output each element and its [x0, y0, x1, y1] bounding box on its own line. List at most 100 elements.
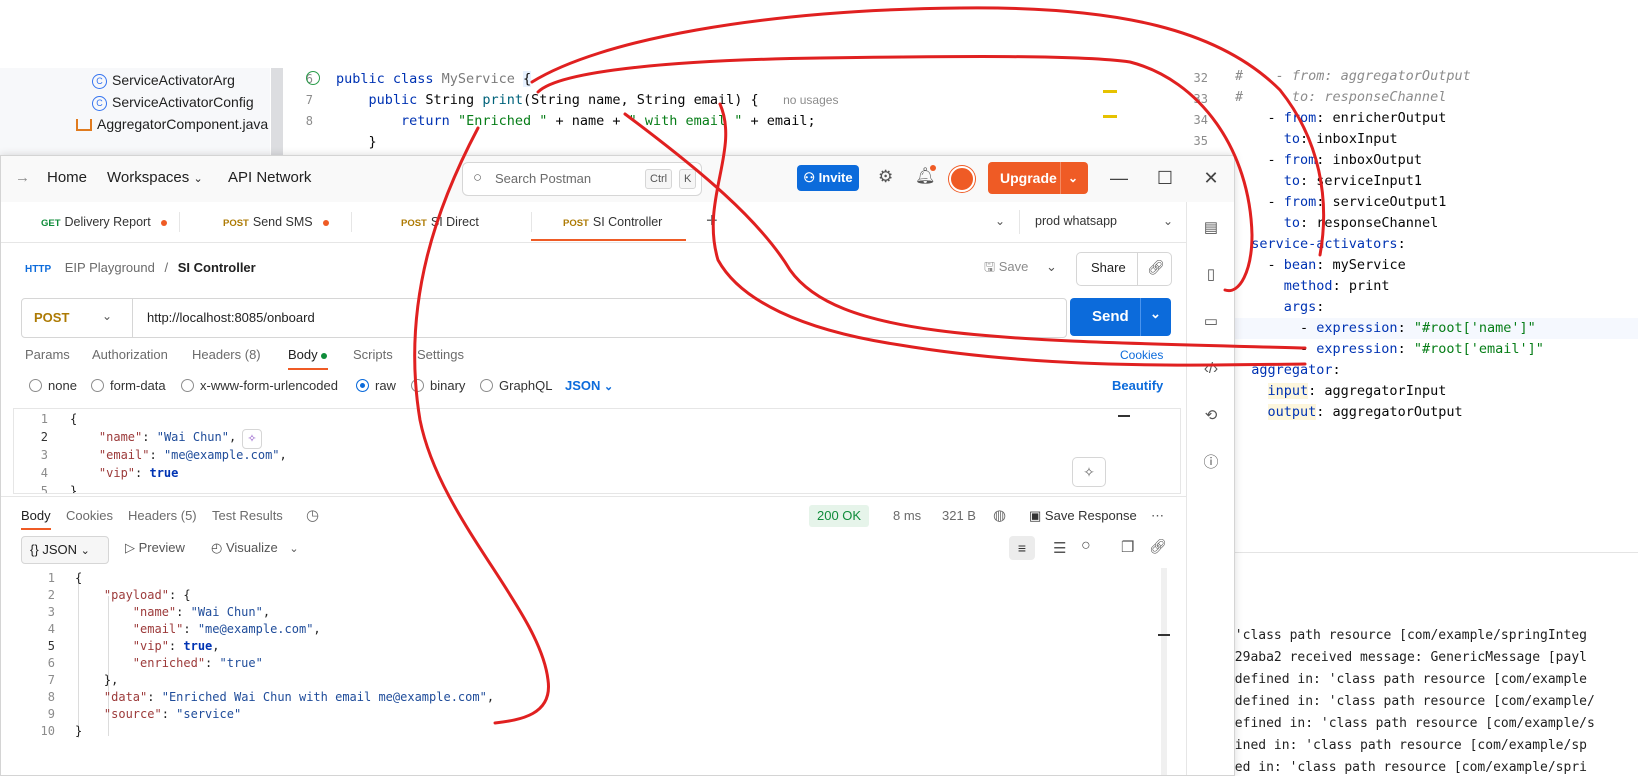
share-button[interactable]: Share: [1091, 260, 1126, 275]
info-icon[interactable]: ⓘ: [1201, 453, 1221, 473]
response-time[interactable]: 8 ms: [893, 504, 921, 528]
avatar[interactable]: [949, 166, 975, 192]
radio-binary[interactable]: binary: [411, 376, 465, 396]
documentation-icon[interactable]: ▤: [1201, 218, 1221, 238]
tab-body[interactable]: Body: [288, 340, 328, 370]
save-button[interactable]: 🖫︎ Save ⌄: [984, 252, 1057, 282]
info-doc-icon[interactable]: ▯: [1201, 265, 1221, 285]
save-response-button[interactable]: ▣ Save Response: [1029, 504, 1137, 528]
method-select[interactable]: POST ⌄: [22, 299, 133, 337]
tab-delivery-report[interactable]: GET Delivery Report: [41, 202, 167, 242]
tab-params[interactable]: Params: [25, 340, 70, 370]
minimize-icon[interactable]: —: [1107, 166, 1131, 190]
invite-button[interactable]: ⚇ Invite: [797, 165, 859, 191]
tab-si-controller[interactable]: POST SI Controller: [563, 202, 662, 242]
radio-graphql[interactable]: GraphQL: [480, 376, 552, 396]
globe-icon[interactable]: ◍: [993, 504, 1006, 528]
url-input[interactable]: http://localhost:8085/onboard: [147, 310, 315, 325]
notification-dot: [930, 165, 936, 171]
line-number: 8: [305, 114, 313, 128]
tab-headers[interactable]: Headers (8): [192, 340, 261, 370]
visualize-button[interactable]: ◴ Visualize ⌄: [211, 540, 299, 556]
tab-response-cookies[interactable]: Cookies: [66, 504, 113, 528]
request-body-editor[interactable]: 1 { 2 "name": "Wai Chun", ✧ 3 "email": "…: [13, 408, 1181, 494]
ai-assist-icon[interactable]: ✧: [1072, 457, 1106, 487]
yaml-line: input: aggregatorInput: [1267, 383, 1447, 399]
tab-authorization[interactable]: Authorization: [92, 340, 168, 370]
radio-form-data[interactable]: form-data: [91, 376, 166, 396]
class-icon: C: [92, 95, 107, 111]
link-icon[interactable]: 🔗︎: [1147, 259, 1165, 276]
yaml-line: to: inboxInput: [1283, 131, 1398, 147]
tab-response-headers[interactable]: Headers (5): [128, 504, 197, 528]
yaml-line: aggregator:: [1251, 362, 1341, 378]
code-line-7: public String print(String name, String …: [368, 92, 839, 108]
tabs-overflow-chevron-icon[interactable]: ⌄: [995, 214, 1005, 228]
response-line: "data": "Enriched Wai Chun with email me…: [103, 690, 495, 704]
workspaces-menu[interactable]: Workspaces ⌄: [107, 169, 203, 186]
related-collections-icon[interactable]: ⟲: [1201, 406, 1221, 426]
forward-arrow-icon[interactable]: →: [15, 169, 30, 186]
chevron-down-icon: ⌄: [289, 543, 299, 555]
upgrade-button[interactable]: Upgrade ⌄: [988, 162, 1088, 194]
console-line: ; defined in: 'class path resource [com/…: [1180, 760, 1587, 775]
yaml-line: args:: [1283, 299, 1325, 315]
run-console[interactable]: ed in: 'class path resource [com/example…: [1180, 600, 1638, 775]
tree-scrollbar[interactable]: [271, 68, 283, 158]
maximize-icon[interactable]: ☐: [1153, 166, 1177, 190]
save-response-icon: ▣: [1029, 508, 1042, 523]
status-badge[interactable]: 200 OK: [809, 505, 870, 527]
body-format-select[interactable]: JSON ⌄: [565, 376, 613, 396]
new-tab-plus-icon[interactable]: +: [706, 210, 718, 233]
close-icon[interactable]: ✕: [1199, 166, 1223, 190]
search-input[interactable]: ○ Search Postman Ctrl K: [462, 162, 702, 196]
home-link[interactable]: Home: [47, 169, 87, 186]
tree-item-serviceactivatorarg[interactable]: C ServiceActivatorArg: [92, 69, 235, 91]
response-scrollbar[interactable]: [1161, 568, 1167, 775]
beautify-button[interactable]: Beautify: [1112, 376, 1163, 396]
java-editor[interactable]: 6 public class MyService { 7 public Stri…: [283, 68, 1173, 158]
response-size[interactable]: 321 B: [942, 504, 976, 528]
response-body-viewer[interactable]: 1 { 2 "payload": { 3 "name": "Wai Chun",…: [13, 568, 1158, 775]
code-icon[interactable]: ‹/›: [1201, 359, 1221, 379]
response-format-select[interactable]: {} JSON ⌄: [21, 536, 109, 564]
cookies-link[interactable]: Cookies: [1120, 349, 1163, 363]
breadcrumb-collection[interactable]: EIP Playground: [65, 260, 155, 275]
active-tab-indicator: [531, 239, 686, 241]
bean-gutter-icon[interactable]: [306, 71, 320, 85]
ai-suggest-icon[interactable]: ✧: [242, 429, 262, 449]
tab-test-results[interactable]: Test Results: [212, 504, 283, 528]
search-icon[interactable]: ○: [1081, 537, 1091, 555]
comments-icon[interactable]: ▭: [1201, 312, 1221, 332]
radio-raw[interactable]: raw: [356, 376, 396, 396]
send-button[interactable]: Send: [1092, 308, 1129, 325]
chevron-down-icon[interactable]: ⌄: [1150, 306, 1161, 322]
tab-send-sms[interactable]: POST Send SMS: [223, 202, 329, 242]
filter-icon[interactable]: ☰: [1053, 539, 1066, 557]
request-name[interactable]: SI Controller: [178, 260, 256, 275]
more-options-icon[interactable]: ⋯: [1151, 504, 1164, 528]
tree-item-aggregatorcomponent[interactable]: AggregatorComponent.java: [76, 113, 268, 135]
yaml-editor[interactable]: 32 33 34 35 # - from: aggregatorOutput #…: [1180, 68, 1638, 458]
radio-none[interactable]: none: [29, 376, 77, 396]
settings-gear-icon[interactable]: ⚙: [878, 167, 893, 187]
tree-item-serviceactivatorconfig[interactable]: C ServiceActivatorConfig: [92, 91, 254, 113]
tab-settings[interactable]: Settings: [417, 340, 464, 370]
environment-select[interactable]: prod whatsapp: [1035, 214, 1117, 228]
response-line: "name": "Wai Chun",: [132, 605, 271, 619]
chevron-down-icon[interactable]: ⌄: [1046, 259, 1057, 274]
preview-button[interactable]: ▷ Preview: [125, 540, 185, 556]
console-line: nnel'; defined in: 'class path resource …: [1180, 672, 1587, 687]
radio-x-www-form-urlencoded[interactable]: x-www-form-urlencoded: [181, 376, 338, 396]
link-icon[interactable]: 🔗︎: [1149, 538, 1167, 555]
history-icon[interactable]: ◷: [306, 504, 319, 528]
tab-scripts[interactable]: Scripts: [353, 340, 393, 370]
tab-response-body[interactable]: Body: [21, 504, 51, 528]
wrap-lines-icon[interactable]: ≡: [1009, 536, 1035, 560]
project-tree: C ServiceActivatorArg C ServiceActivatorCo…: [0, 68, 270, 158]
copy-icon[interactable]: ❐: [1121, 538, 1134, 556]
chevron-down-icon[interactable]: ⌄: [1163, 214, 1173, 228]
api-network-link[interactable]: API Network: [228, 169, 311, 186]
tab-si-direct[interactable]: POST SI Direct: [401, 202, 479, 242]
yaml-line: to: responseChannel: [1283, 215, 1439, 231]
